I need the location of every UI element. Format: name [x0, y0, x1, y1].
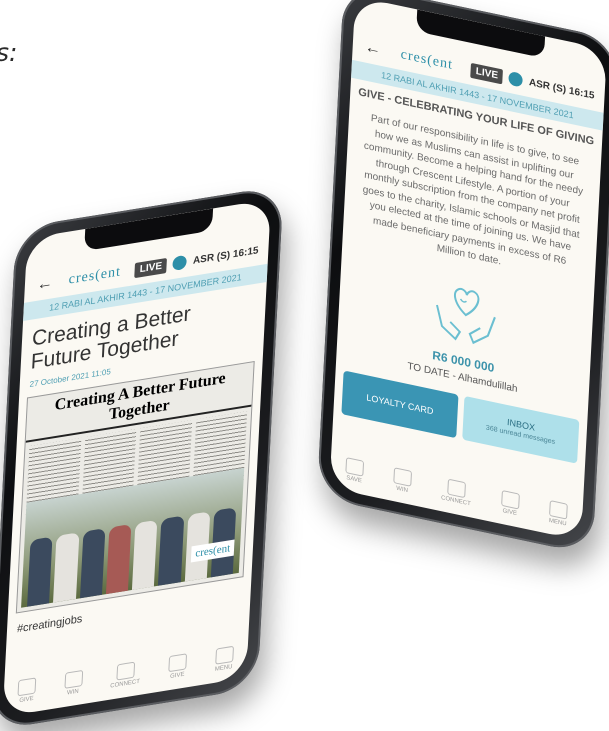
phone-give: ← cres(ent LIVE ASR (S) 16:15 12 RABI AL… — [316, 0, 609, 556]
nav-connect[interactable]: CONNECT — [110, 661, 141, 690]
nav-connect[interactable]: CONNECT — [441, 477, 472, 507]
loyalty-card-button[interactable]: LOYALTY CARD — [341, 369, 459, 438]
nav-give-2[interactable]: GIVE — [168, 653, 188, 681]
connect-icon — [116, 661, 136, 681]
prayer-time: ASR (S) 16:15 — [192, 244, 259, 267]
back-arrow-icon[interactable]: ← — [364, 39, 383, 61]
nav-save[interactable]: SAVE — [345, 457, 365, 485]
nav-give[interactable]: GIVE — [500, 489, 520, 518]
back-arrow-icon[interactable]: ← — [36, 274, 55, 295]
article-screen: ← cres(ent LIVE ASR (S) 16:15 12 RABI AL… — [2, 199, 272, 717]
crescent-logo: cres(ent — [68, 264, 122, 288]
nav-label: SAVE — [346, 475, 363, 485]
nav-label: MENU — [214, 663, 233, 673]
newspaper-clipping-image: Creating A Better Future Together cres(e… — [15, 361, 255, 614]
inbox-button[interactable]: INBOX 368 unread messages — [462, 395, 580, 464]
prayer-clock-icon — [508, 70, 524, 88]
person — [53, 532, 79, 603]
nav-label: CONNECT — [440, 495, 471, 508]
nav-label: GIVE — [169, 671, 185, 681]
give-icon — [500, 489, 520, 510]
nav-label: WIN — [396, 485, 409, 495]
nav-label: GIVE — [19, 695, 34, 705]
nav-win[interactable]: WIN — [64, 669, 83, 697]
person — [131, 519, 158, 591]
nav-label: CONNECT — [110, 678, 140, 690]
person — [105, 524, 132, 595]
connect-icon — [447, 478, 466, 499]
bottom-nav: GIVE WIN CONNECT GIVE MENU — [3, 643, 248, 706]
person — [27, 536, 53, 607]
prayer-time: ASR (S) 16:15 — [528, 76, 595, 102]
nav-win[interactable]: WIN — [393, 467, 413, 495]
give-icon — [168, 653, 188, 673]
nav-label: GIVE — [502, 508, 518, 518]
win-icon — [64, 669, 83, 689]
person — [158, 515, 184, 586]
nav-label: WIN — [66, 688, 79, 697]
nav-menu[interactable]: MENU — [549, 500, 568, 528]
win-icon — [393, 467, 413, 487]
bottom-nav: SAVE WIN CONNECT GIVE MENU — [330, 454, 583, 531]
live-badge[interactable]: LIVE — [470, 62, 504, 85]
phone-article: ← cres(ent LIVE ASR (S) 16:15 12 RABI AL… — [0, 185, 284, 731]
live-badge[interactable]: LIVE — [134, 257, 168, 278]
menu-icon — [548, 500, 568, 520]
prayer-clock-icon — [172, 254, 188, 272]
save-icon — [345, 457, 365, 477]
nav-menu[interactable]: MENU — [214, 645, 234, 673]
nav-label: MENU — [548, 517, 567, 528]
give-screen: ← cres(ent LIVE ASR (S) 16:15 12 RABI AL… — [329, 0, 608, 541]
nav-give[interactable]: GIVE — [17, 677, 37, 705]
give-icon — [17, 677, 37, 697]
person — [79, 528, 106, 599]
menu-icon — [214, 645, 234, 665]
partial-text: s: — [0, 38, 18, 67]
